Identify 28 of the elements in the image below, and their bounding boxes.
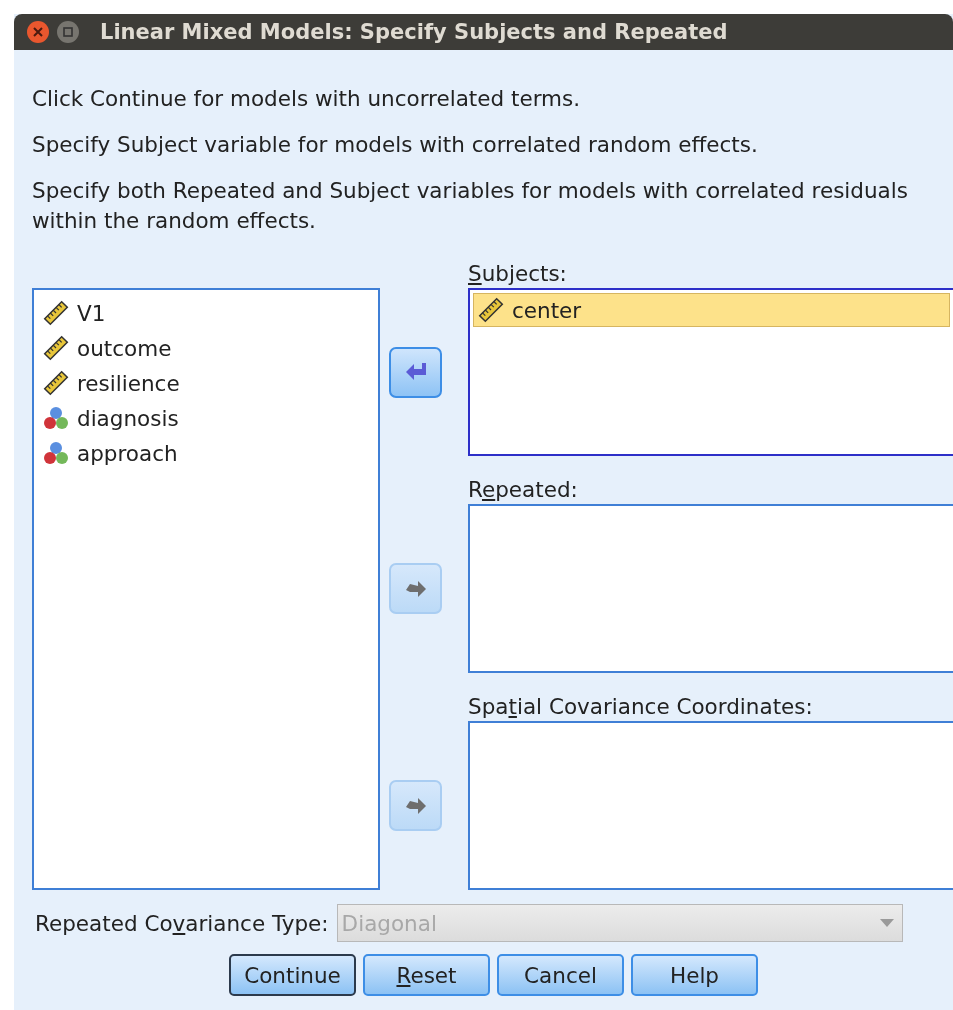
instruction-text: Click Continue for models with uncorrelated terms. bbox=[32, 85, 582, 113]
target-list[interactable] bbox=[468, 721, 953, 890]
dialog-button[interactable]: Cancel bbox=[497, 954, 624, 996]
three-balls-icon bbox=[43, 405, 69, 431]
variable-item[interactable]: center bbox=[473, 293, 950, 327]
variable-item[interactable]: outcome bbox=[38, 331, 374, 365]
list-label: Repeated: bbox=[468, 477, 579, 504]
three-balls-icon bbox=[43, 440, 69, 466]
dialog-button[interactable]: Continue bbox=[229, 954, 356, 996]
variable-item[interactable]: diagnosis bbox=[38, 401, 374, 435]
target-list[interactable] bbox=[468, 504, 953, 673]
dropdown-caret-icon bbox=[879, 919, 894, 927]
target-list[interactable]: center bbox=[468, 288, 953, 456]
list-label: Subjects: bbox=[468, 261, 568, 288]
variable-item[interactable]: approach bbox=[38, 436, 374, 470]
variable-item[interactable]: resilience bbox=[38, 366, 374, 400]
variable-item[interactable]: V1 bbox=[38, 296, 374, 330]
instruction-text: Specify both Repeated and Subject variables for models with correlated residuals within the random effects. bbox=[32, 177, 909, 235]
instruction-text: Specify Subject variable for models with correlated random effects. bbox=[32, 131, 759, 159]
move-button[interactable] bbox=[388, 346, 442, 398]
covariance-type-label: Repeated Covariance Type: bbox=[35, 910, 329, 936]
minimize-icon[interactable] bbox=[56, 20, 80, 44]
dialog-button[interactable]: Reset bbox=[363, 954, 490, 996]
window-title: Linear Mixed Models: Specify Subjects and Repeated bbox=[100, 20, 728, 44]
dialog-button[interactable]: Help bbox=[631, 954, 758, 996]
close-icon[interactable] bbox=[26, 20, 50, 44]
variable-list[interactable]: V1 outcome resilience diagnosis approach bbox=[32, 288, 380, 890]
list-label: Spatial Covariance Coordinates: bbox=[468, 694, 814, 721]
